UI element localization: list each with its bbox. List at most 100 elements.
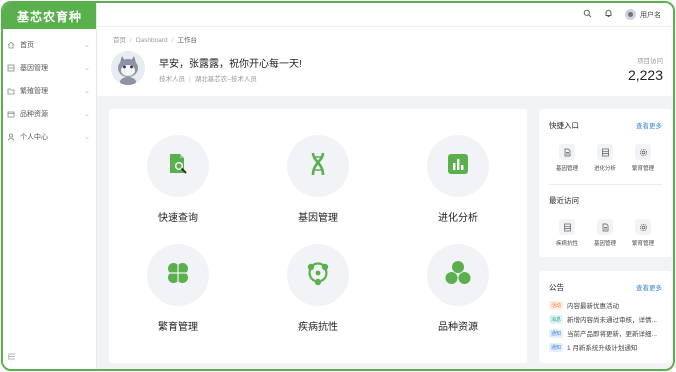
breadcrumb: 首页 / Dashboard / 工作台 <box>113 34 197 44</box>
quick-access-more-link[interactable]: 查看更多 <box>636 120 662 130</box>
feature-icon-bg <box>147 244 209 306</box>
breadcrumb-current: 工作台 <box>177 37 197 44</box>
feature-icon-bg <box>427 135 489 197</box>
app-window: 基芯农育种 首页 ⌄ 基因管理 ⌄ 繁殖管理 ⌄ 品种资源 ⌄ 个人中心 ⌄ 用… <box>1 1 675 371</box>
gear-icon <box>635 144 651 160</box>
feature-label: 品种资源 <box>438 322 478 333</box>
feature-label: 繁育管理 <box>158 322 198 333</box>
sidebar: 基芯农育种 首页 ⌄ 基因管理 ⌄ 繁殖管理 ⌄ 品种资源 ⌄ 个人中心 ⌄ <box>3 3 97 369</box>
notice-text: 1 月新系统升级计划通知 <box>567 345 638 352</box>
notice-tag: 通知 <box>549 328 564 338</box>
feature-variety-resources[interactable]: 品种资源 <box>414 244 502 333</box>
user-avatar[interactable] <box>625 9 636 20</box>
search-doc-icon <box>165 151 191 182</box>
welcome-header: 首页 / Dashboard / 工作台 早安，张露露，祝你开心每一天! 技术人员 | 湖北… <box>97 27 673 96</box>
profile-avatar <box>111 51 145 85</box>
notice-text: 新增内容尚未通过审核，详情... <box>567 317 657 324</box>
sidebar-item-gene[interactable]: 基因管理 ⌄ <box>3 56 96 79</box>
quick-item-label: 基因管理 <box>555 166 578 172</box>
feature-label: 疾病抗性 <box>298 322 338 333</box>
feature-icon-bg <box>427 244 489 306</box>
chevron-down-icon: ⌄ <box>84 87 90 95</box>
quick-item-label: 进化分析 <box>593 166 616 172</box>
feature-label: 快速查询 <box>158 213 198 224</box>
feature-icon-bg <box>287 135 349 197</box>
bell-icon[interactable] <box>604 9 613 20</box>
sidebar-item-label: 品种资源 <box>20 110 48 118</box>
notice-text: 当前产品即将更新，更新详细... <box>567 331 657 338</box>
feature-gene-management[interactable]: 基因管理 <box>274 135 362 224</box>
notice-item[interactable]: 消息 新增内容尚未通过审核，详情... <box>549 314 666 324</box>
visits-count: 2,223 <box>627 67 663 83</box>
box-icon <box>7 110 15 118</box>
sidebar-item-varieties[interactable]: 品种资源 ⌄ <box>3 102 96 125</box>
quick-item-breeding[interactable]: 繁育管理 <box>623 144 663 172</box>
greeting-text: 早安，张露露，祝你开心每一天! <box>159 59 302 70</box>
notice-item[interactable]: 活动 内容最新优惠活动 <box>549 300 666 310</box>
sidebar-item-label: 繁殖管理 <box>20 87 48 95</box>
recent-item-gene[interactable]: 基因管理 <box>585 219 625 247</box>
sidebar-item-label: 个人中心 <box>20 133 48 141</box>
recent-item-label: 疾病抗性 <box>555 241 578 247</box>
feature-quick-search[interactable]: 快速查询 <box>134 135 222 224</box>
chevron-down-icon: ⌄ <box>84 41 90 49</box>
search-icon[interactable] <box>583 9 592 20</box>
feature-disease-resistance[interactable]: 疾病抗性 <box>274 244 362 333</box>
notice-tag: 消息 <box>549 314 564 324</box>
circles-icon <box>444 259 472 292</box>
feature-icon-bg <box>147 135 209 197</box>
sidebar-item-label: 基因管理 <box>20 64 48 72</box>
feature-breeding-management[interactable]: 繁育管理 <box>134 244 222 333</box>
breadcrumb-separator: / <box>130 37 132 44</box>
sidebar-item-home[interactable]: 首页 ⌄ <box>3 33 96 56</box>
notice-panel: 公告 查看更多 活动 内容最新优惠活动 消息 新增内容尚未通过审核，详情... … <box>539 271 672 363</box>
folder-icon <box>7 87 15 95</box>
chevron-down-icon: ⌄ <box>84 64 90 72</box>
dna-icon <box>7 64 15 72</box>
nodes-icon <box>304 259 332 292</box>
notice-tag: 通知 <box>549 342 564 352</box>
username[interactable]: 用户名 <box>640 10 661 20</box>
quick-access-title: 快捷入口 <box>549 121 579 130</box>
collapse-sidebar-icon[interactable] <box>7 352 16 363</box>
quick-item-label: 繁育管理 <box>631 166 654 172</box>
notice-tag: 活动 <box>549 300 564 310</box>
quick-access-panel: 快捷入口 查看更多 基因管理 进化分析 繁育管理 最近访问 疾病抗性 基因管理 … <box>539 109 672 257</box>
chevron-down-icon: ⌄ <box>84 110 90 118</box>
brand-logo[interactable]: 基芯农育种 <box>3 3 96 29</box>
quick-item-gene[interactable]: 基因管理 <box>547 144 587 172</box>
sidebar-item-label: 首页 <box>20 41 34 49</box>
info-separator: | <box>189 76 191 83</box>
recent-item-disease[interactable]: 疾病抗性 <box>547 219 587 247</box>
sidebar-menu: 首页 ⌄ 基因管理 ⌄ 繁殖管理 ⌄ 品种资源 ⌄ 个人中心 ⌄ <box>3 33 96 148</box>
quick-item-evolution[interactable]: 进化分析 <box>585 144 625 172</box>
recent-item-label: 基因管理 <box>593 241 616 247</box>
breadcrumb-dashboard[interactable]: Dashboard <box>136 37 168 44</box>
notice-item[interactable]: 通知 当前产品即将更新，更新详细... <box>549 328 666 338</box>
recent-item-breeding[interactable]: 繁育管理 <box>623 219 663 247</box>
list-icon <box>559 219 575 235</box>
notice-text: 内容最新优惠活动 <box>567 303 620 310</box>
dna-icon <box>305 151 331 182</box>
panel-divider <box>549 184 662 185</box>
top-bar: 用户名 <box>97 3 673 27</box>
feature-icon-bg <box>287 244 349 306</box>
clover-icon <box>165 260 191 291</box>
feature-label: 基因管理 <box>298 213 338 224</box>
feature-evolution-analysis[interactable]: 进化分析 <box>414 135 502 224</box>
home-icon <box>7 41 15 49</box>
feature-label: 进化分析 <box>438 213 478 224</box>
user-role: 技术人员 <box>159 76 185 83</box>
recent-item-label: 繁育管理 <box>631 241 654 247</box>
visits-label: 项目访问 <box>637 58 663 65</box>
notice-title: 公告 <box>549 283 564 292</box>
chevron-down-icon: ⌄ <box>84 133 90 141</box>
sidebar-item-breeding[interactable]: 繁殖管理 ⌄ <box>3 79 96 102</box>
breadcrumb-home[interactable]: 首页 <box>113 37 126 44</box>
notice-item[interactable]: 通知 1 月新系统升级计划通知 <box>549 342 666 352</box>
notice-more-link[interactable]: 查看更多 <box>636 282 662 292</box>
sidebar-item-profile[interactable]: 个人中心 ⌄ <box>3 125 96 148</box>
document-icon <box>559 144 575 160</box>
user-info: 技术人员 | 湖北基芯农–技术人员 <box>159 73 257 83</box>
feature-grid-card: 快速查询 基因管理 进化分析 繁育管理 疾病抗性 品种资源 <box>109 109 527 363</box>
